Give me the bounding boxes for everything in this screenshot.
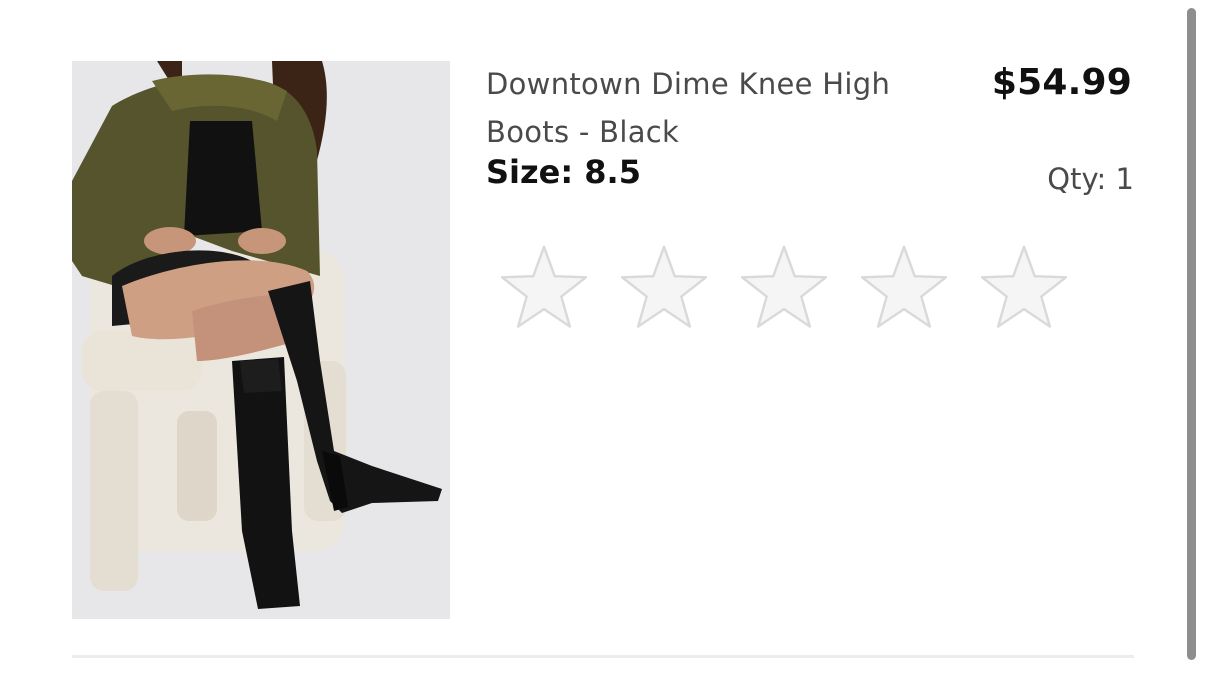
quantity-text: Qty: 1 xyxy=(1047,162,1134,196)
product-title[interactable]: Downtown Dime Knee High Boots - Black xyxy=(486,60,956,156)
star-outline-icon[interactable] xyxy=(976,243,1072,335)
product-photo-illustration xyxy=(72,61,450,619)
product-image[interactable] xyxy=(72,61,450,619)
star-outline-icon[interactable] xyxy=(616,243,712,335)
scrollbar[interactable] xyxy=(1187,8,1196,660)
cart-item: Downtown Dime Knee High Boots - Black $5… xyxy=(0,0,1206,699)
size-value: 8.5 xyxy=(584,153,641,191)
size-label: Size: xyxy=(486,153,574,191)
product-size: Size: 8.5 xyxy=(486,153,641,191)
rating-stars[interactable] xyxy=(496,243,1072,335)
star-outline-icon[interactable] xyxy=(736,243,832,335)
star-outline-icon[interactable] xyxy=(856,243,952,335)
product-price: $54.99 xyxy=(991,62,1132,103)
star-outline-icon[interactable] xyxy=(496,243,592,335)
item-divider xyxy=(72,655,1134,658)
